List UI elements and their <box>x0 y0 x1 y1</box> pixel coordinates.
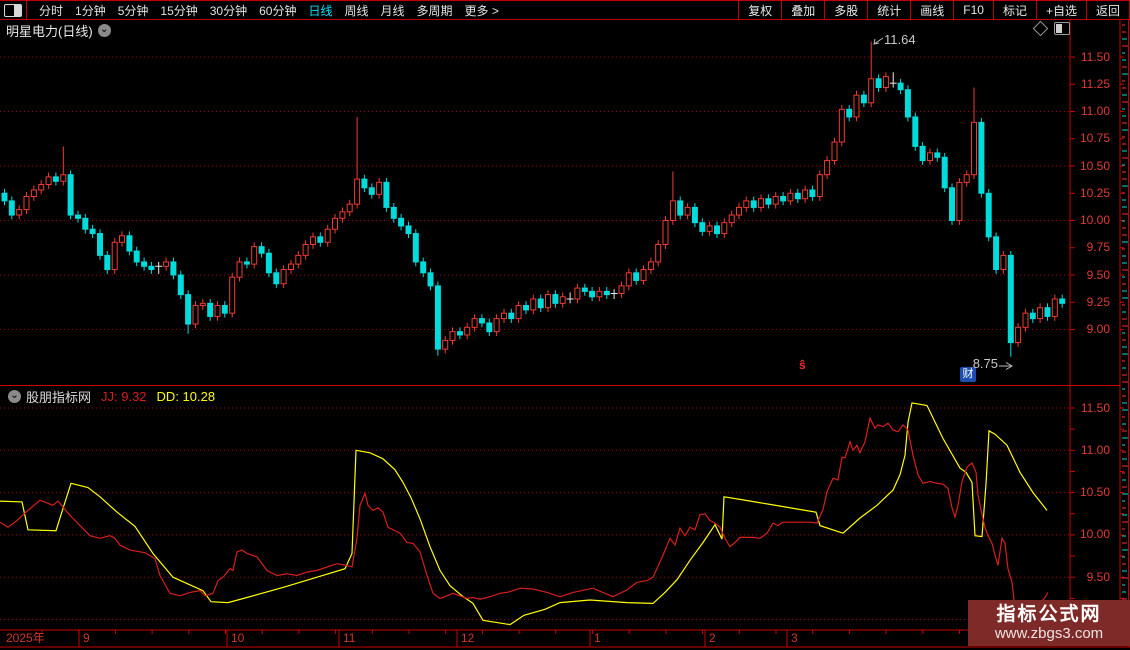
indicator-header: ⌄ 股朋指标网 JJ: 9.32 DD: 10.28 <box>3 387 215 406</box>
axis-tick-label: 11.00 <box>1080 442 1110 457</box>
sell-signal-marker: ŝ <box>799 358 806 372</box>
page-title: 明星电力(日线) <box>6 23 93 39</box>
indicator-value-dd: DD: 10.28 <box>156 389 216 404</box>
axis-tick-label: 11.50 <box>1080 400 1110 415</box>
watermark: 指标公式网 www.zbgs3.com <box>968 600 1130 646</box>
price-chart-canvas[interactable] <box>0 0 1130 650</box>
indicator-value-jj: JJ: 9.32 <box>101 389 147 404</box>
month-label: 12 <box>461 631 475 645</box>
watermark-site-name: 指标公式网 <box>996 603 1102 625</box>
month-label: 9 <box>83 631 90 645</box>
indicator-value-axis: 11.50 11.00 10.50 10.00 9.50 <box>1070 0 1118 650</box>
chart-corner-icons <box>1032 20 1070 37</box>
candlestick-series <box>1 41 1066 357</box>
indicator-lines <box>0 402 1049 628</box>
year-label: 2025年 <box>6 631 45 645</box>
axis-tick-label: 10.00 <box>1079 527 1110 542</box>
month-label: 10 <box>231 631 245 645</box>
axis-tick-label: 9.50 <box>1086 569 1110 584</box>
collapse-indicator-icon[interactable]: ⌄ <box>8 390 21 403</box>
diamond-icon[interactable] <box>1032 20 1049 37</box>
month-label: 2 <box>709 631 716 645</box>
chevron-down-icon[interactable]: ⌄ <box>97 23 111 37</box>
split-window-icon-fill <box>1056 24 1062 33</box>
trading-app-window: 分时 1分钟 5分钟 15分钟 30分钟 60分钟 日线 周线 月线 多周期 更… <box>0 0 1130 650</box>
low-price-annotation: 8.75 <box>972 356 998 371</box>
month-label: 3 <box>791 631 798 645</box>
month-label: 11 <box>343 631 356 645</box>
high-price-annotation: 11.64 <box>884 32 916 47</box>
split-window-icon[interactable] <box>1054 22 1070 35</box>
month-label: 1 <box>594 631 601 645</box>
time-axis: 2025年 9 10 11 12 1 2 3 <box>0 630 1130 647</box>
indicator-name[interactable]: 股朋指标网 <box>26 387 91 406</box>
chart-title-row: 明星电力(日线) ⌄ <box>6 22 111 39</box>
watermark-url: www.zbgs3.com <box>994 624 1104 642</box>
axis-tick-label: 10.50 <box>1079 485 1110 500</box>
